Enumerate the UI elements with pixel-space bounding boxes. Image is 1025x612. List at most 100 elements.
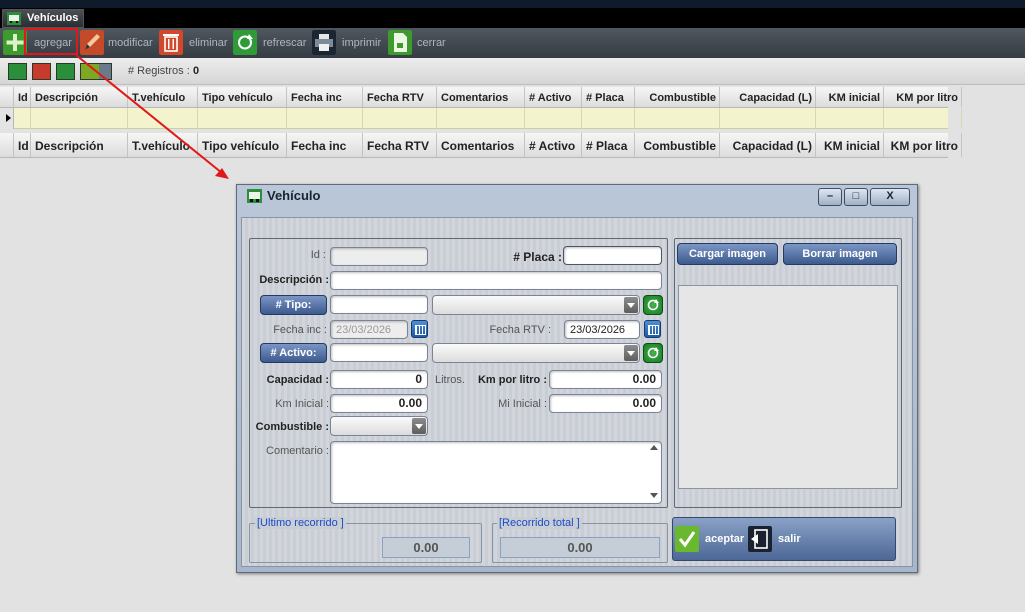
column-header-label: Capacidad (L) <box>732 139 812 153</box>
export-icon[interactable] <box>56 63 75 80</box>
column-header[interactable]: Descripción <box>31 133 128 157</box>
column-header[interactable]: Comentarios <box>437 133 525 157</box>
table-cell[interactable] <box>198 108 287 128</box>
table-row[interactable] <box>0 108 962 129</box>
column-header[interactable]: Fecha inc <box>287 87 363 107</box>
km-por-litro-field[interactable]: 0.00 <box>549 370 662 389</box>
id-label: Id : <box>310 249 326 261</box>
close-button[interactable]: cerrar <box>388 28 450 58</box>
comentario-textarea[interactable] <box>330 441 662 504</box>
dialog-title: Vehículo <box>267 188 321 203</box>
table-cell[interactable] <box>128 108 198 128</box>
table-cell[interactable] <box>720 108 816 128</box>
column-header-label: Tipo vehículo <box>202 92 273 104</box>
scroll-up-icon[interactable] <box>650 445 658 450</box>
column-header-label: KM inicial <box>823 139 880 153</box>
column-header[interactable]: Tipo vehículo <box>198 87 287 107</box>
column-header[interactable]: Fecha inc <box>287 133 363 157</box>
print-button[interactable]: imprimir <box>312 28 384 58</box>
minimize-button[interactable]: – <box>818 188 842 206</box>
km-inicial-field[interactable]: 0.00 <box>330 394 428 413</box>
column-header[interactable]: Id <box>14 87 31 107</box>
column-header[interactable]: KM inicial <box>816 133 884 157</box>
column-header[interactable]: KM por litro <box>884 87 962 107</box>
refresh-icon <box>233 30 257 55</box>
chevron-down-icon[interactable] <box>412 418 426 434</box>
chevron-down-icon[interactable] <box>624 345 638 361</box>
expand-icon[interactable] <box>8 63 27 80</box>
column-header[interactable]: KM por litro <box>884 133 962 157</box>
column-header[interactable]: Capacidad (L) <box>720 87 816 107</box>
fecha-inc-calendar-icon[interactable] <box>411 320 428 338</box>
descripcion-field[interactable] <box>330 271 662 290</box>
records-count: 0 <box>193 65 200 77</box>
scroll-down-icon[interactable] <box>650 493 658 498</box>
exit-button[interactable]: salir <box>748 526 818 552</box>
dialog-close-button[interactable]: X <box>870 188 910 206</box>
column-header[interactable]: Fecha RTV <box>363 133 437 157</box>
column-header[interactable]: KM inicial <box>816 87 884 107</box>
column-header-label: Capacidad (L) <box>739 92 812 104</box>
main-toolbar: agregar modificar eliminar refrescar imp… <box>0 28 1025 58</box>
table-cell[interactable] <box>31 108 128 128</box>
column-header[interactable]: Combustible <box>635 133 720 157</box>
activo-code-field[interactable] <box>330 343 428 362</box>
placa-field[interactable] <box>563 246 662 265</box>
column-header[interactable]: # Placa <box>582 87 635 107</box>
column-header[interactable]: Combustible <box>635 87 720 107</box>
column-header[interactable]: # Placa <box>582 133 635 157</box>
refresh-icon <box>647 299 659 311</box>
delete-button[interactable]: eliminar <box>159 28 229 58</box>
table-cell[interactable] <box>884 108 962 128</box>
column-header[interactable]: Fecha RTV <box>363 87 437 107</box>
column-header[interactable]: T.vehículo <box>128 133 198 157</box>
tipo-button[interactable]: # Tipo: <box>260 295 327 315</box>
column-header[interactable]: Tipo vehículo <box>198 133 287 157</box>
column-header[interactable]: Id <box>14 133 31 157</box>
printer-icon <box>312 30 336 55</box>
exit-label: salir <box>778 533 801 545</box>
tipo-refresh-button[interactable] <box>643 295 663 315</box>
modify-button[interactable]: modificar <box>80 28 154 58</box>
refresh-button[interactable]: refrescar <box>233 28 309 58</box>
table-cell[interactable] <box>816 108 884 128</box>
mi-inicial-field[interactable]: 0.00 <box>549 394 662 413</box>
descripcion-label: Descripción : <box>259 274 329 286</box>
delete-image-button[interactable]: Borrar imagen <box>783 243 897 265</box>
tipo-select[interactable] <box>432 295 640 315</box>
exit-icon <box>748 526 772 552</box>
table-cell[interactable] <box>582 108 635 128</box>
chevron-down-icon[interactable] <box>624 297 638 313</box>
maximize-button[interactable]: □ <box>844 188 868 206</box>
table-cell[interactable] <box>287 108 363 128</box>
column-header[interactable]: Comentarios <box>437 87 525 107</box>
delete-label: eliminar <box>189 37 228 49</box>
grid-footer-header: Id Descripción T.vehículo Tipo vehículo Fech… <box>0 133 962 158</box>
column-header-label: Combustible <box>643 139 716 153</box>
activo-select[interactable] <box>432 343 640 363</box>
tab-vehiculos[interactable]: Vehículos <box>2 9 84 28</box>
table-cell[interactable] <box>525 108 582 128</box>
activo-button[interactable]: # Activo: <box>260 343 327 363</box>
fecha-rtv-field[interactable]: 23/03/2026 <box>564 320 640 339</box>
activo-refresh-button[interactable] <box>643 343 663 363</box>
column-header[interactable]: Descripción <box>31 87 128 107</box>
column-header[interactable]: Capacidad (L) <box>720 133 816 157</box>
tipo-code-field[interactable] <box>330 295 428 314</box>
fecha-rtv-calendar-icon[interactable] <box>644 320 661 338</box>
combustible-select[interactable] <box>330 416 428 436</box>
table-cell[interactable] <box>363 108 437 128</box>
table-cell[interactable] <box>437 108 525 128</box>
id-field[interactable] <box>330 247 428 266</box>
filter-dropdown-icon[interactable] <box>80 63 112 80</box>
column-header[interactable]: T.vehículo <box>128 87 198 107</box>
magnet-icon[interactable] <box>32 63 51 80</box>
column-header[interactable]: # Activo <box>525 87 582 107</box>
table-cell[interactable] <box>14 108 31 128</box>
comentario-label: Comentario : <box>266 445 329 457</box>
column-header[interactable]: # Activo <box>525 133 582 157</box>
highlight-box <box>24 28 78 55</box>
capacidad-field[interactable]: 0 <box>330 370 428 389</box>
load-image-button[interactable]: Cargar imagen <box>677 243 778 265</box>
table-cell[interactable] <box>635 108 720 128</box>
